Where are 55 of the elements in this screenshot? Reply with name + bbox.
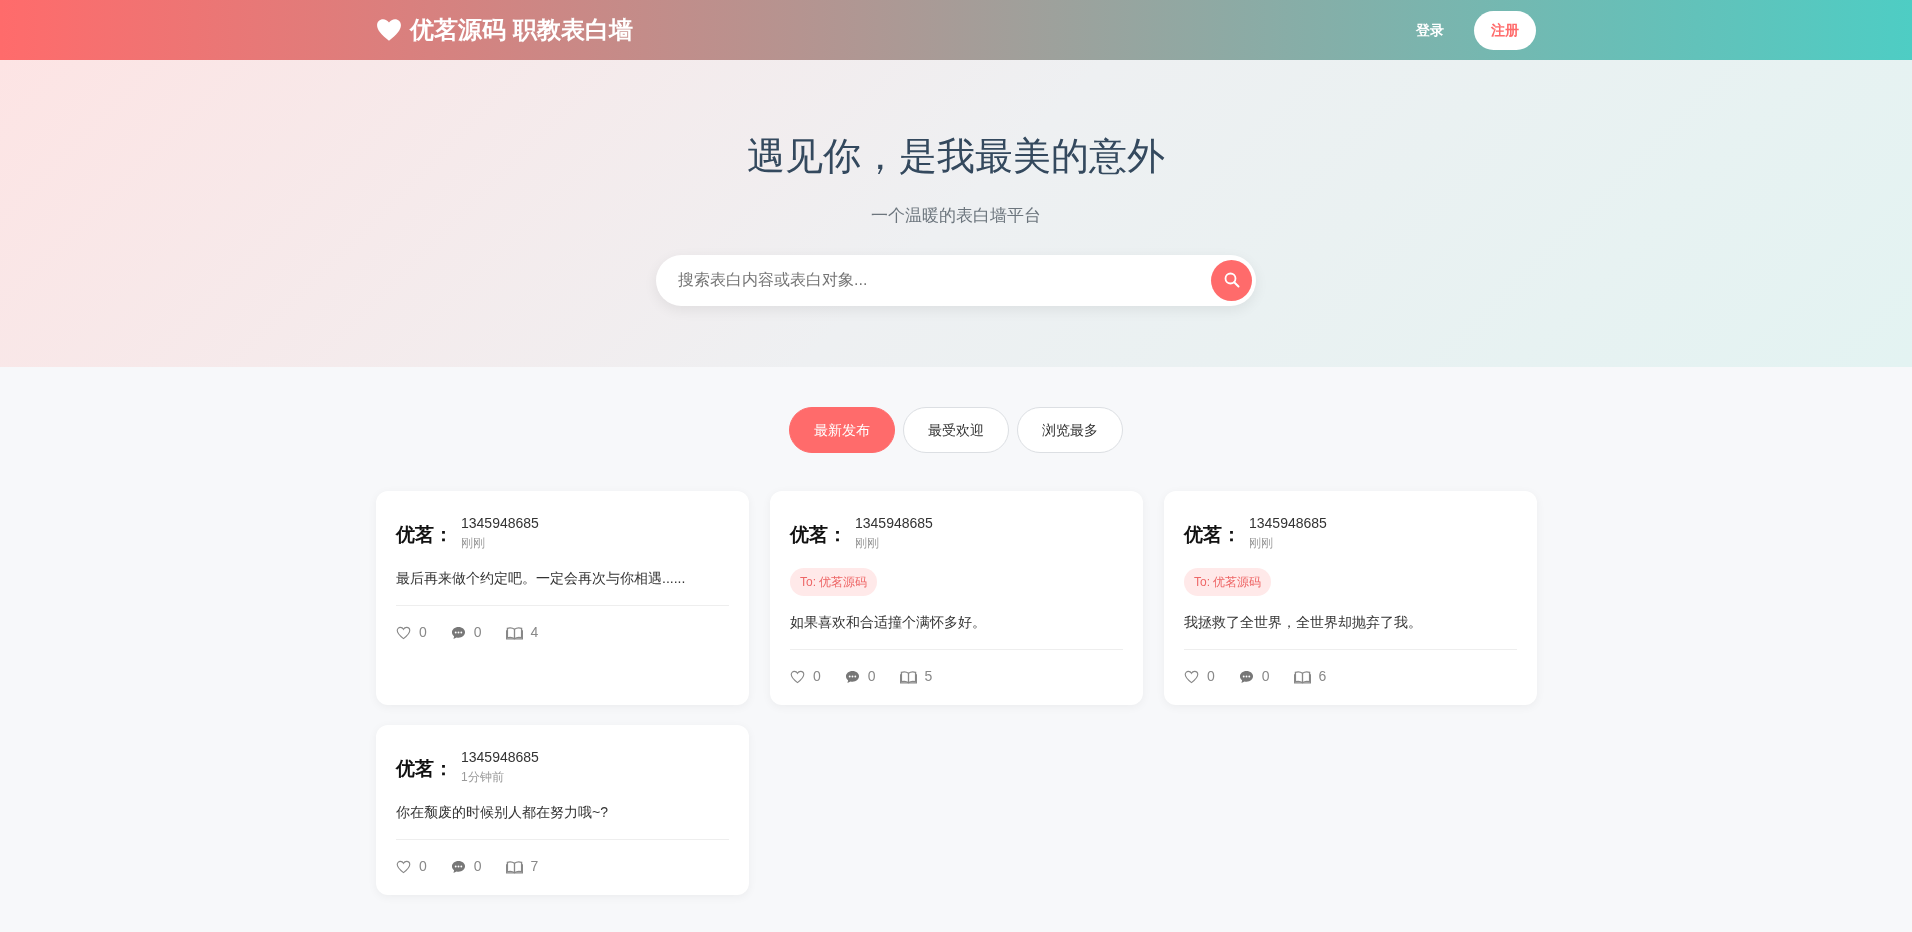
heart-icon <box>396 859 411 874</box>
author-id: 1345948685 <box>461 514 539 533</box>
book-icon <box>899 669 917 684</box>
site-title: 优茗源码 职教表白墙 <box>410 15 633 45</box>
recipient-tag: To: 优茗源码 <box>1184 568 1272 596</box>
post-time: 刚刚 <box>855 535 880 552</box>
post-content: 我拯救了全世界，全世界却抛弃了我。 <box>1184 613 1423 632</box>
recipient-tag: To: 优茗源码 <box>790 568 878 596</box>
view-count: 5 <box>924 667 933 686</box>
author-nickname: 优茗： <box>396 523 453 547</box>
search-bar[interactable]: 搜索表白内容或表白对象... <box>656 254 1256 306</box>
comment-count: 0 <box>1261 667 1270 686</box>
heart-icon <box>376 18 402 42</box>
comment-count: 0 <box>867 667 876 686</box>
view-count: 4 <box>530 623 539 642</box>
author-nickname: 优茗： <box>790 523 847 547</box>
book-icon <box>505 625 523 640</box>
post-content: 你在颓废的时候别人都在努力哦~? <box>396 803 609 822</box>
author-id: 1345948685 <box>461 748 539 767</box>
post-time: 1分钟前 <box>461 769 505 786</box>
filter-tab[interactable]: 最受欢迎 <box>903 407 1009 453</box>
author-nickname: 优茗： <box>396 757 453 781</box>
filter-tab[interactable]: 最新发布 <box>789 407 895 453</box>
post-content: 最后再来做个约定吧。一定会再次与你相遇...... <box>396 569 687 588</box>
comment-count: 0 <box>473 857 482 876</box>
author-id: 1345948685 <box>1249 514 1327 533</box>
login-link[interactable]: 登录 <box>1410 18 1450 42</box>
chat-icon <box>1238 669 1254 684</box>
filter-tab[interactable]: 浏览最多 <box>1017 407 1123 453</box>
comment-count: 0 <box>473 623 482 642</box>
like-count: 0 <box>1207 667 1215 686</box>
book-icon <box>1293 669 1311 684</box>
heart-icon <box>396 625 411 640</box>
post-time: 刚刚 <box>1249 535 1274 552</box>
like-count: 0 <box>419 623 427 642</box>
book-icon <box>505 859 523 874</box>
chat-icon <box>844 669 860 684</box>
search-icon <box>1223 272 1240 288</box>
author-nickname: 优茗： <box>1184 523 1241 547</box>
view-count: 7 <box>530 857 539 876</box>
post-content: 如果喜欢和合适撞个满怀多好。 <box>790 613 987 632</box>
chat-icon <box>450 859 466 874</box>
hero-subtitle: 一个温暖的表白墙平台 <box>871 206 1041 225</box>
post-time: 刚刚 <box>461 535 486 552</box>
heart-icon <box>790 669 805 684</box>
like-count: 0 <box>813 667 821 686</box>
search-field[interactable]: 搜索表白内容或表白对象... <box>676 267 1211 293</box>
chat-icon <box>450 625 466 640</box>
heart-icon <box>1184 669 1199 684</box>
hero-title: 遇见你，是我最美的意外 <box>747 135 1165 177</box>
search-button[interactable] <box>1211 259 1252 301</box>
author-id: 1345948685 <box>855 514 933 533</box>
register-button[interactable]: 注册 <box>1474 10 1536 50</box>
like-count: 0 <box>419 857 427 876</box>
view-count: 6 <box>1318 667 1327 686</box>
